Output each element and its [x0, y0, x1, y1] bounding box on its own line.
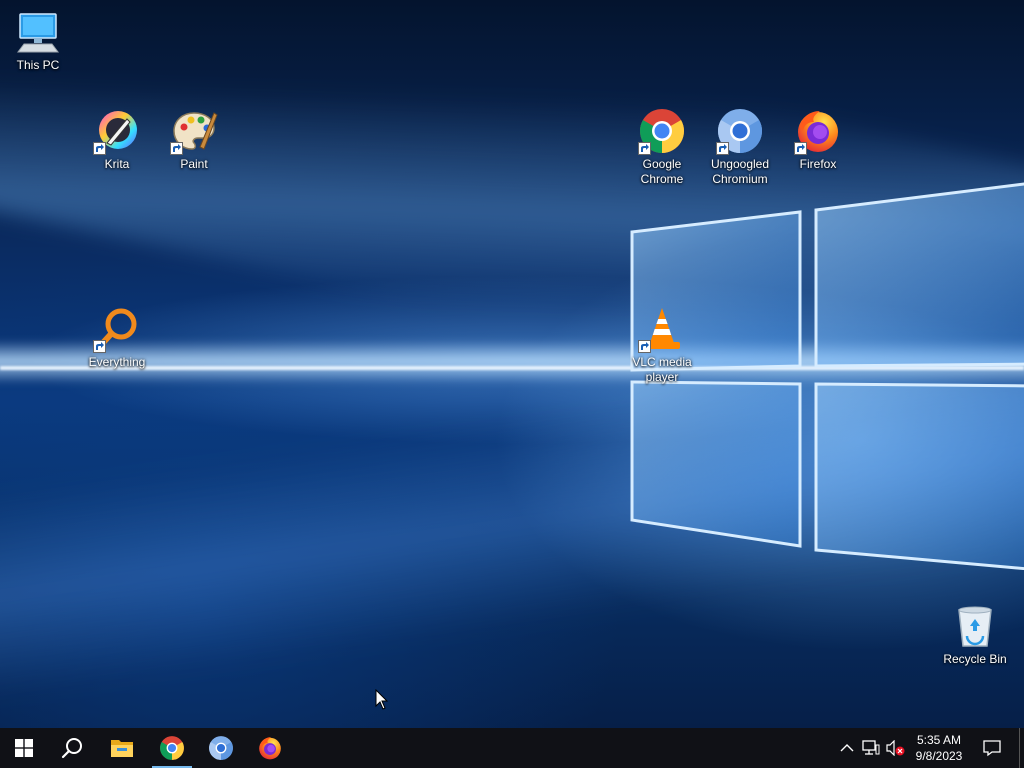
desktop-icon-paint[interactable]: Paint [156, 107, 232, 172]
clock-date: 9/8/2023 [915, 749, 963, 763]
shortcut-arrow-icon [794, 142, 807, 155]
desktop-icon-label: Firefox [799, 157, 837, 171]
taskbar: 5:35 AM 9/8/2023 [0, 728, 1024, 768]
shortcut-arrow-icon [716, 142, 729, 155]
chromium-icon [209, 736, 233, 760]
show-desktop-button[interactable] [1019, 728, 1024, 768]
desktop-icon-label: This PC [16, 58, 60, 72]
desktop-icon-everything[interactable]: Everything [79, 305, 155, 370]
recycle-bin-icon [958, 606, 992, 647]
desktop-icon-label: Recycle Bin [943, 652, 1007, 666]
desktop-icon-google-chrome[interactable]: Google Chrome [624, 107, 700, 187]
clock[interactable]: 5:35 AM 9/8/2023 [904, 728, 974, 768]
taskbar-firefox[interactable] [246, 728, 294, 768]
taskbar-file-explorer[interactable] [98, 728, 146, 768]
chrome-icon [160, 736, 184, 760]
file-explorer-icon [111, 740, 133, 757]
volume-button[interactable] [884, 728, 906, 768]
desktop-icon-label: Krita [104, 157, 130, 171]
desktop-icon-label: Google Chrome [640, 157, 684, 186]
notifications-icon [983, 740, 1001, 757]
shortcut-arrow-icon [638, 142, 651, 155]
start-icon [15, 739, 33, 757]
desktop-icon-label: Ungoogled Chromium [710, 157, 770, 186]
desktop-icon-ungoogled-chromium[interactable]: Ungoogled Chromium [702, 107, 778, 187]
search-icon [61, 738, 82, 759]
taskbar-google-chrome[interactable] [148, 728, 196, 768]
network-icon [862, 740, 880, 755]
desktop-icon-vlc-media-player[interactable]: VLC media player [624, 305, 700, 385]
clock-time: 5:35 AM [916, 733, 962, 747]
desktop-icon-label: Paint [180, 157, 208, 171]
taskbar-ungoogled-chromium[interactable] [197, 728, 245, 768]
volume-muted-icon [886, 740, 905, 756]
desktop-icon-firefox[interactable]: Firefox [780, 107, 856, 172]
mouse-cursor-icon [375, 689, 389, 710]
desktop-icon-label: Everything [88, 355, 146, 369]
shortcut-arrow-icon [170, 142, 183, 155]
action-center-button[interactable] [978, 728, 1006, 768]
show-hidden-icons-button[interactable] [836, 728, 858, 768]
desktop-icon-label: VLC media player [632, 355, 692, 384]
desktop-icon-recycle-bin[interactable]: Recycle Bin [937, 602, 1013, 667]
start-button[interactable] [0, 728, 48, 768]
desktop-icon-krita[interactable]: Krita [79, 107, 155, 172]
desktop-icon-this-pc[interactable]: This PC [0, 8, 76, 73]
firefox-icon [259, 737, 281, 760]
shortcut-arrow-icon [93, 340, 106, 353]
shortcut-arrow-icon [638, 340, 651, 353]
chevron-up-icon [840, 744, 854, 752]
shortcut-arrow-icon [93, 142, 106, 155]
search-button[interactable] [48, 728, 96, 768]
network-button[interactable] [860, 728, 882, 768]
computer-icon [17, 13, 59, 53]
